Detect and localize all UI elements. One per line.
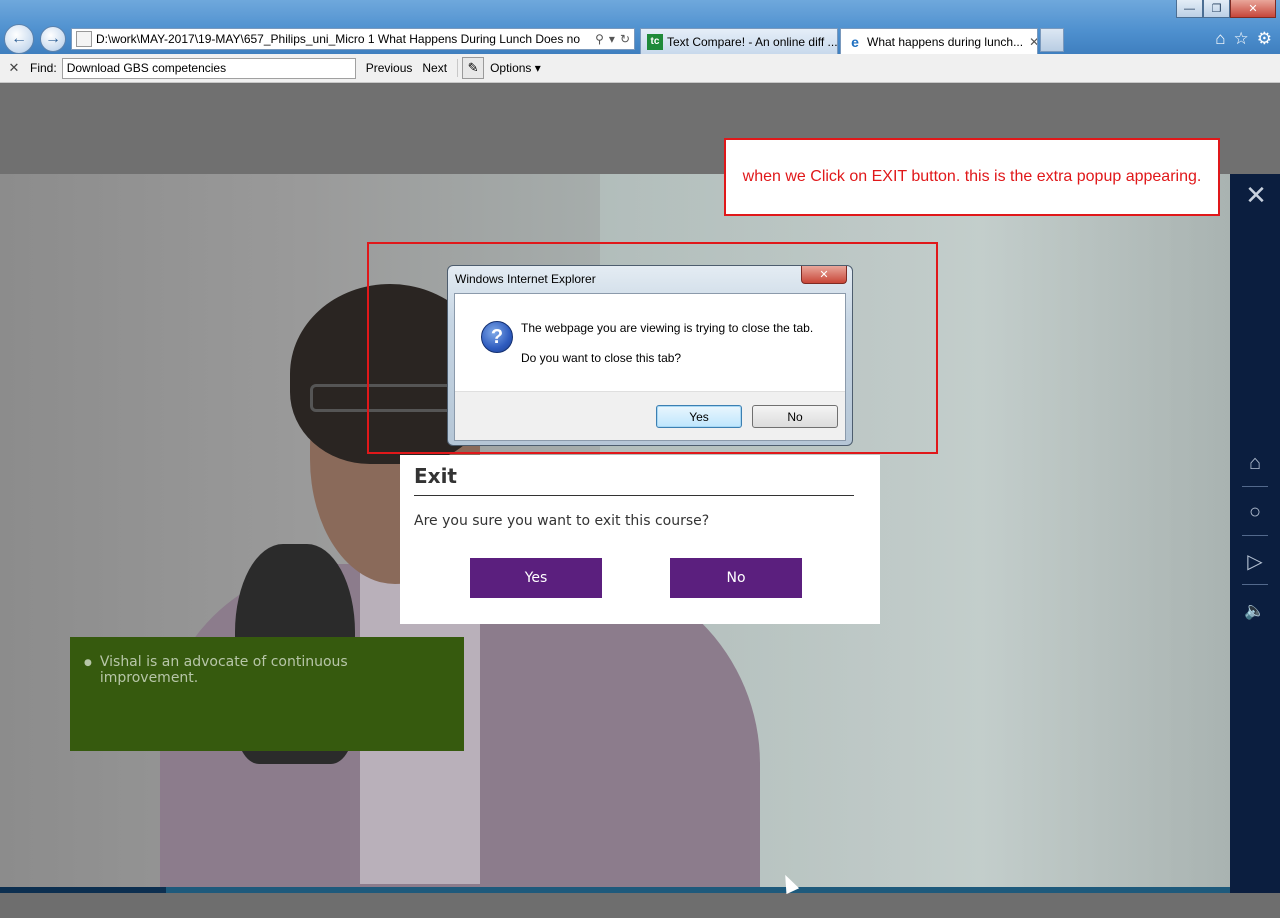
course-side-nav: ✕ ⌂ ○ ▷ 🔈 — [1230, 174, 1280, 893]
annotation-note: when we Click on EXIT button. this is th… — [724, 138, 1220, 216]
exit-yes-button[interactable]: Yes — [470, 558, 602, 598]
find-input[interactable] — [61, 57, 356, 79]
question-icon: ? — [481, 321, 513, 353]
browser-tools: ⌂ ☆ ⚙ — [1215, 29, 1272, 49]
dropdown-icon[interactable]: ▾ — [609, 32, 615, 46]
page-bottom — [0, 893, 1280, 918]
find-options-label: Options — [490, 61, 532, 75]
play-icon[interactable]: ▷ — [1239, 545, 1271, 577]
tab-what-happens[interactable]: e What happens during lunch... ✕ — [840, 28, 1038, 54]
tab-label: What happens during lunch... — [867, 34, 1024, 49]
find-next-button[interactable]: Next — [422, 61, 447, 75]
ie-no-button[interactable]: No — [752, 405, 838, 428]
divider — [1242, 535, 1268, 536]
ie-dialog-question: Do you want to close this tab? — [521, 351, 682, 365]
minimize-button[interactable]: — — [1176, 0, 1203, 18]
back-button[interactable]: ← — [4, 24, 34, 54]
info-box: ● Vishal is an advocate of continuous im… — [70, 637, 464, 751]
page-favicon-icon — [76, 31, 92, 47]
close-find-icon[interactable]: ✕ — [4, 60, 24, 76]
tab-close-icon[interactable]: ✕ — [1029, 35, 1037, 49]
ie-dialog-title: Windows Internet Explorer — [455, 272, 596, 286]
divider — [1242, 584, 1268, 585]
forward-button[interactable]: → — [40, 26, 66, 52]
chevron-down-icon: ▾ — [534, 61, 541, 75]
ie-dialog-body: ? The webpage you are viewing is trying … — [454, 293, 846, 441]
divider — [457, 59, 459, 77]
forward-arrow-icon: → — [45, 30, 61, 47]
address-text[interactable]: D:\work\MAY-2017\19-MAY\657_Philips_uni_… — [96, 32, 591, 46]
refresh-icon[interactable]: ↻ — [620, 32, 630, 46]
ie-icon: e — [851, 33, 859, 50]
search-icon[interactable]: ⚲ — [595, 32, 604, 46]
find-label: Find: — [30, 61, 57, 75]
exit-dialog-title: Exit — [414, 464, 854, 496]
home-icon[interactable]: ⌂ — [1239, 447, 1271, 479]
close-window-button[interactable]: ✕ — [1230, 0, 1276, 18]
ie-dialog-close-button[interactable]: ✕ — [801, 266, 847, 284]
favorites-star-icon[interactable]: ☆ — [1234, 29, 1249, 49]
window-controls: — ❐ ✕ — [1176, 0, 1276, 18]
exit-dialog: Exit Are you sure you want to exit this … — [400, 455, 880, 624]
ie-yes-button[interactable]: Yes — [656, 405, 742, 428]
exit-no-button[interactable]: No — [670, 558, 802, 598]
restore-button[interactable]: ❐ — [1203, 0, 1230, 18]
ie-dialog-footer: Yes No — [455, 391, 845, 440]
bullet-text: Vishal is an advocate of continuous impr… — [99, 654, 348, 686]
exit-dialog-question: Are you sure you want to exit this cours… — [414, 513, 710, 529]
home-icon[interactable]: ⌂ — [1215, 29, 1225, 49]
new-tab-button[interactable] — [1040, 28, 1064, 52]
tab-label: Text Compare! - An online diff ... — [667, 34, 838, 49]
bullet-icon: ● — [84, 658, 92, 668]
chat-icon[interactable]: ○ — [1239, 496, 1271, 528]
list-item: ● Vishal is an advocate of continuous im… — [84, 654, 450, 686]
highlight-pencil-icon[interactable]: ✎ — [462, 57, 485, 79]
find-options-button[interactable]: Options ▾ — [490, 61, 541, 75]
close-icon[interactable]: ✕ — [1243, 182, 1269, 208]
ie-dialog-message: The webpage you are viewing is trying to… — [521, 321, 814, 335]
gear-icon[interactable]: ⚙ — [1257, 29, 1272, 49]
divider — [1242, 486, 1268, 487]
volume-icon[interactable]: 🔈 — [1239, 595, 1271, 627]
annotation-text: when we Click on EXIT button. this is th… — [742, 168, 1202, 185]
ie-close-tab-dialog: Windows Internet Explorer ✕ ? The webpag… — [447, 265, 853, 446]
find-bar: ✕ Find: Previous Next ✎ Options ▾ — [0, 54, 1280, 83]
tab-text-compare[interactable]: tc Text Compare! - An online diff ... — [640, 28, 838, 54]
tc-icon: tc — [647, 33, 663, 50]
find-previous-button[interactable]: Previous — [366, 61, 413, 75]
address-bar[interactable]: D:\work\MAY-2017\19-MAY\657_Philips_uni_… — [71, 28, 635, 50]
back-arrow-icon: ← — [11, 30, 27, 47]
